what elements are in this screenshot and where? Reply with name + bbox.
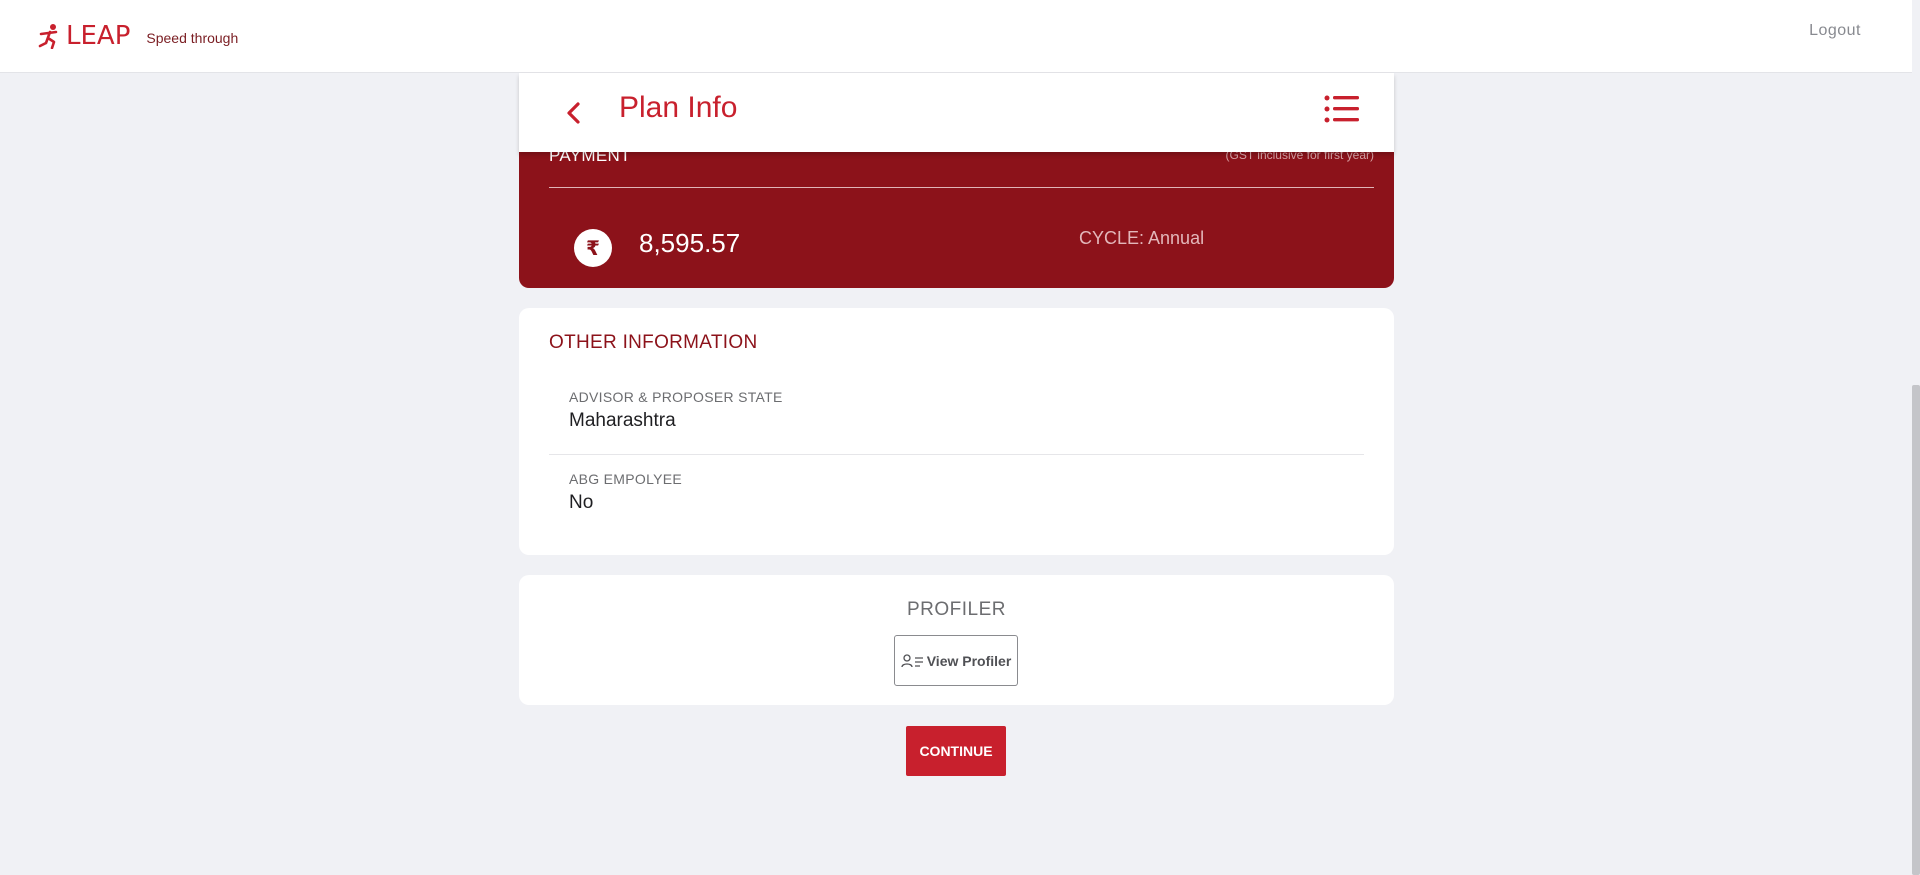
page-title: Plan Info [619, 91, 738, 124]
top-header: LEAP Speed through Logout [0, 0, 1912, 73]
profiler-card: PROFILER View Profiler [519, 575, 1394, 705]
brand-name: LEAP [66, 21, 131, 51]
brand-tagline: Speed through [146, 29, 239, 46]
scrollbar-thumb[interactable] [1912, 385, 1920, 875]
brand[interactable]: LEAP Speed through [38, 21, 238, 51]
rupee-icon: ₹ [574, 229, 612, 267]
premium-amount: 8,595.57 [639, 228, 741, 258]
other-information-title: OTHER INFORMATION [549, 332, 758, 353]
info-divider [549, 454, 1364, 455]
advisor-state-value: Maharashtra [569, 410, 676, 431]
other-information-card: OTHER INFORMATION ADVISOR & PROPOSER STA… [519, 308, 1394, 555]
continue-button[interactable]: CONTINUE [906, 726, 1006, 776]
leap-logo-icon [38, 24, 58, 49]
view-profiler-button[interactable]: View Profiler [894, 635, 1018, 686]
logout-link[interactable]: Logout [1809, 22, 1861, 40]
chevron-left-icon[interactable] [559, 96, 589, 130]
list-menu-icon[interactable] [1324, 93, 1360, 125]
view-profiler-label: View Profiler [926, 652, 1012, 669]
abg-employee-value: No [569, 492, 594, 513]
user-list-icon [901, 653, 923, 667]
profiler-title: PROFILER [906, 599, 1007, 620]
advisor-state-label: ADVISOR & PROPOSER STATE [569, 389, 783, 405]
payment-divider [549, 187, 1374, 188]
abg-employee-label: ABG EMPOLYEE [569, 471, 683, 487]
plan-info-header: Plan Info [519, 73, 1394, 152]
payment-cycle: CYCLE: Annual [1079, 228, 1205, 248]
currency-symbol: ₹ [586, 236, 600, 260]
